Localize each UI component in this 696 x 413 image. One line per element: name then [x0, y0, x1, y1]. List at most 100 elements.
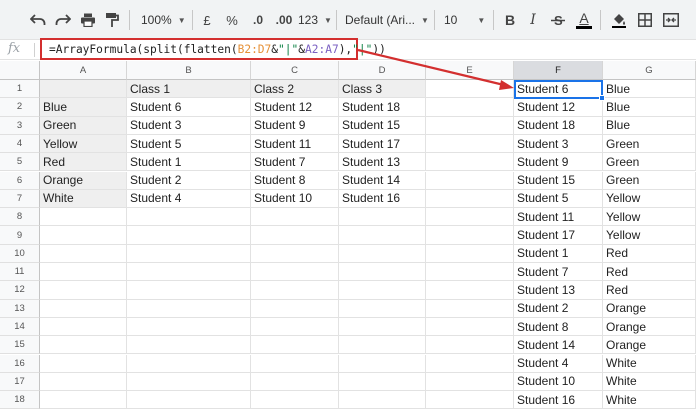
cell-d12[interactable] [339, 281, 426, 300]
select-all-corner[interactable] [0, 61, 40, 80]
cell-g1[interactable]: Blue [603, 80, 696, 99]
fill-color-icon[interactable] [610, 8, 628, 32]
cell-b11[interactable] [127, 263, 251, 282]
row-header[interactable]: 16 [0, 354, 40, 373]
cell-a15[interactable] [40, 336, 127, 355]
row-header[interactable]: 15 [0, 336, 40, 355]
cell-f7[interactable]: Student 5 [514, 189, 603, 209]
cell-a16[interactable] [40, 354, 127, 373]
cell-g6[interactable]: Green [603, 171, 696, 190]
cell-d13[interactable] [339, 299, 426, 318]
cell-b3[interactable]: Student 3 [127, 116, 251, 135]
cell-g3[interactable]: Blue [603, 116, 696, 135]
cell-b10[interactable] [127, 244, 251, 263]
cell-a3[interactable]: Green [40, 116, 127, 135]
cell-a2[interactable]: Blue [40, 98, 127, 117]
row-header[interactable]: 10 [0, 244, 40, 263]
currency-format-button[interactable]: £ [200, 8, 214, 32]
cell-c15[interactable] [251, 336, 339, 355]
cell-d1[interactable]: Class 3 [339, 80, 426, 99]
cell-a13[interactable] [40, 299, 127, 318]
cell-a18[interactable] [40, 391, 127, 410]
cell-g16[interactable]: White [603, 354, 696, 373]
cell-d11[interactable] [339, 263, 426, 282]
cell-d4[interactable]: Student 17 [339, 134, 426, 154]
cell-e8[interactable] [426, 208, 514, 227]
cell-g12[interactable]: Red [603, 281, 696, 300]
cell-b6[interactable]: Student 2 [127, 171, 251, 190]
cell-e5[interactable] [426, 153, 514, 172]
cell-d15[interactable] [339, 336, 426, 355]
redo-icon[interactable] [53, 8, 73, 32]
cell-d2[interactable]: Student 18 [339, 98, 426, 117]
cell-c2[interactable]: Student 12 [251, 98, 339, 117]
cell-f5[interactable]: Student 9 [514, 153, 603, 172]
cell-b13[interactable] [127, 299, 251, 318]
cell-a17[interactable] [40, 372, 127, 392]
cell-g7[interactable]: Yellow [603, 189, 696, 209]
cell-c1[interactable]: Class 2 [251, 80, 339, 99]
cell-d7[interactable]: Student 16 [339, 189, 426, 209]
column-header-g[interactable]: G [603, 61, 696, 80]
cell-f6[interactable]: Student 15 [514, 171, 603, 190]
cell-d6[interactable]: Student 14 [339, 171, 426, 190]
formula-input[interactable]: =ArrayFormula(split(flatten(B2:D7 & "|" & A2… [40, 38, 386, 60]
cell-c11[interactable] [251, 263, 339, 282]
cell-d18[interactable] [339, 391, 426, 410]
cell-f10[interactable]: Student 1 [514, 244, 603, 263]
cell-e3[interactable] [426, 116, 514, 135]
cell-b8[interactable] [127, 208, 251, 227]
cell-b16[interactable] [127, 354, 251, 373]
cell-c5[interactable]: Student 7 [251, 153, 339, 172]
cell-d9[interactable] [339, 226, 426, 245]
row-header[interactable]: 6 [0, 171, 40, 190]
cell-a5[interactable]: Red [40, 153, 127, 172]
row-header[interactable]: 7 [0, 189, 40, 209]
cell-b7[interactable]: Student 4 [127, 189, 251, 209]
text-color-button[interactable]: A [574, 8, 594, 32]
cell-f8[interactable]: Student 11 [514, 208, 603, 227]
row-header[interactable]: 13 [0, 299, 40, 318]
cell-c4[interactable]: Student 11 [251, 134, 339, 154]
cell-f16[interactable]: Student 4 [514, 354, 603, 373]
cell-f17[interactable]: Student 10 [514, 372, 603, 392]
cell-e16[interactable] [426, 354, 514, 373]
cell-b2[interactable]: Student 6 [127, 98, 251, 117]
cell-b12[interactable] [127, 281, 251, 300]
print-icon[interactable] [78, 8, 98, 32]
increase-decimals-button[interactable]: .00 [272, 8, 296, 32]
cell-c3[interactable]: Student 9 [251, 116, 339, 135]
cell-b9[interactable] [127, 226, 251, 245]
cell-b4[interactable]: Student 5 [127, 134, 251, 154]
cell-c18[interactable] [251, 391, 339, 410]
cell-d10[interactable] [339, 244, 426, 263]
row-header[interactable]: 14 [0, 317, 40, 337]
cell-e9[interactable] [426, 226, 514, 245]
row-header[interactable]: 1 [0, 80, 40, 99]
cell-e11[interactable] [426, 263, 514, 282]
cell-f14[interactable]: Student 8 [514, 317, 603, 337]
cell-g2[interactable]: Blue [603, 98, 696, 117]
cell-b15[interactable] [127, 336, 251, 355]
borders-icon[interactable] [636, 8, 654, 32]
row-header[interactable]: 9 [0, 226, 40, 245]
cell-e14[interactable] [426, 317, 514, 337]
italic-button[interactable]: I [527, 8, 539, 32]
cell-f1[interactable]: Student 6 [514, 80, 603, 99]
cell-g4[interactable]: Green [603, 134, 696, 154]
cell-a7[interactable]: White [40, 189, 127, 209]
cell-a12[interactable] [40, 281, 127, 300]
cell-e10[interactable] [426, 244, 514, 263]
cell-g10[interactable]: Red [603, 244, 696, 263]
decrease-decimals-button[interactable]: .0 [248, 8, 268, 32]
cell-b17[interactable] [127, 372, 251, 392]
cell-c9[interactable] [251, 226, 339, 245]
row-header[interactable]: 17 [0, 372, 40, 392]
cell-g14[interactable]: Orange [603, 317, 696, 337]
cell-d16[interactable] [339, 354, 426, 373]
cell-c10[interactable] [251, 244, 339, 263]
column-header-f[interactable]: F [514, 61, 603, 80]
cell-g5[interactable]: Green [603, 153, 696, 172]
bold-button[interactable]: B [503, 8, 517, 32]
cell-b14[interactable] [127, 317, 251, 337]
